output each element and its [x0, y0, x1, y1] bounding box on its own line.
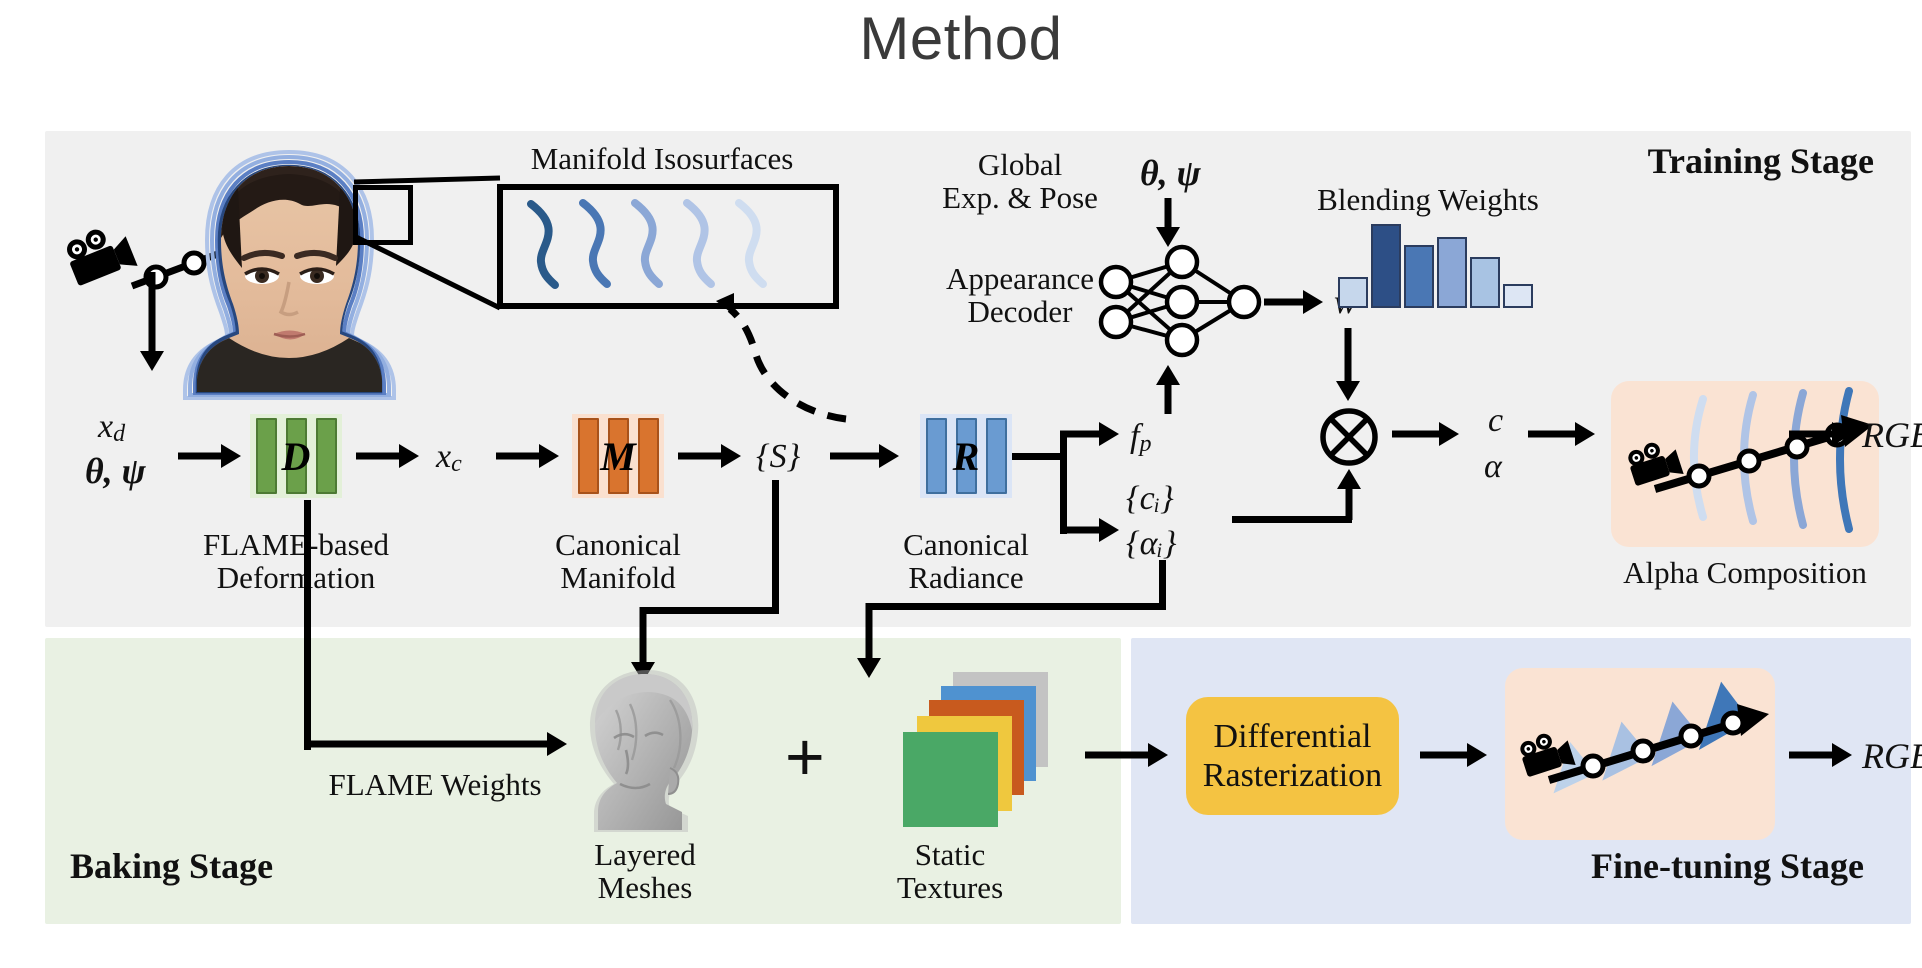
theta-psi-decoder-input: θ, ψ [1140, 153, 1201, 193]
alpha-output-symbol: α [1484, 448, 1502, 485]
radiance-split-trunk [1012, 453, 1066, 460]
set-S-symbol: {S} [756, 438, 801, 475]
radiance-glyph: R [952, 433, 980, 479]
theta-psi-left-symbol: θ, ψ [85, 451, 146, 491]
multiply-operator-icon [1320, 408, 1378, 466]
x-c-symbol: xc [436, 438, 462, 478]
c-i-set-symbol: {cᵢ} [1126, 480, 1174, 517]
static-textures-label: Static Textures [896, 837, 1004, 906]
plus-operator-icon: + [785, 719, 825, 795]
baking-stage-label: Baking Stage [70, 846, 274, 886]
page-title: Method [859, 5, 1063, 72]
alpha-composition-label: Alpha Composition [1623, 555, 1867, 590]
layered-meshes-label: Layered Meshes [594, 837, 696, 906]
S-down-horiz [640, 607, 779, 614]
texture-layer-green [903, 732, 998, 827]
f-p-symbol: fp [1130, 418, 1151, 458]
alpha-i-set-symbol: {αᵢ} [1126, 525, 1177, 562]
alpha-down-vert [1159, 560, 1166, 608]
manifold-glyph: M [600, 433, 636, 479]
finetuning-stage-label: Fine-tuning Stage [1590, 846, 1864, 886]
radiance-block: R [920, 414, 1012, 498]
S-down-vert [772, 480, 779, 614]
manifold-block: M [572, 414, 664, 498]
differential-rasterization-button[interactable]: Differential Rasterization [1186, 697, 1399, 815]
alpha-composition-illustration [1628, 387, 1873, 533]
finetuning-render-illustration [1520, 681, 1769, 794]
flame-weights-vert [304, 500, 311, 750]
deformation-block: D [250, 414, 342, 498]
manifold-label: Canonical Manifold [555, 527, 681, 596]
global-exp-pose-label: Global Exp. & Pose [942, 147, 1098, 216]
radiance-label: Canonical Radiance [903, 527, 1029, 596]
blending-weight-bar [1470, 257, 1500, 308]
training-stage-label: Training Stage [1647, 141, 1874, 181]
f-p-base: f [1130, 418, 1140, 455]
blending-weights-chart [1338, 224, 1533, 308]
blending-weights-label: Blending Weights [1317, 182, 1539, 217]
blending-weight-bar [1338, 277, 1368, 308]
blending-weight-bar [1503, 284, 1533, 308]
isosurface-feedback-arrow [716, 293, 847, 423]
deformation-label: FLAME-based Deformation [203, 527, 389, 596]
blending-weight-bar [1371, 224, 1401, 308]
blending-weight-bar [1437, 237, 1467, 308]
x-c-base: x [436, 438, 452, 475]
x-d-symbol: xd [98, 408, 125, 448]
f-p-subscript: p [1139, 431, 1152, 458]
x-d-base: x [98, 408, 114, 445]
manifold-isosurfaces-label: Manifold Isosurfaces [530, 141, 794, 176]
appearance-decoder-network [1098, 244, 1262, 358]
ci-to-multiply-horiz [1232, 516, 1352, 523]
flame-weights-label: FLAME Weights [328, 767, 542, 802]
rgb-output-training: RGB [1862, 415, 1922, 455]
rgb-output-finetuning: RGB [1862, 736, 1922, 776]
deformation-glyph: D [281, 433, 311, 479]
manifold-isosurfaces-frame [497, 184, 839, 309]
crop-connector-lines [352, 175, 502, 311]
layered-meshes-illustration [590, 670, 699, 832]
x-d-subscript: d [113, 421, 126, 448]
c-output-symbol: c [1488, 402, 1504, 439]
x-c-subscript: c [451, 451, 462, 478]
radiance-split-vert [1060, 431, 1067, 534]
alpha-down-horiz [866, 603, 1166, 610]
blending-weight-bar [1404, 245, 1434, 308]
